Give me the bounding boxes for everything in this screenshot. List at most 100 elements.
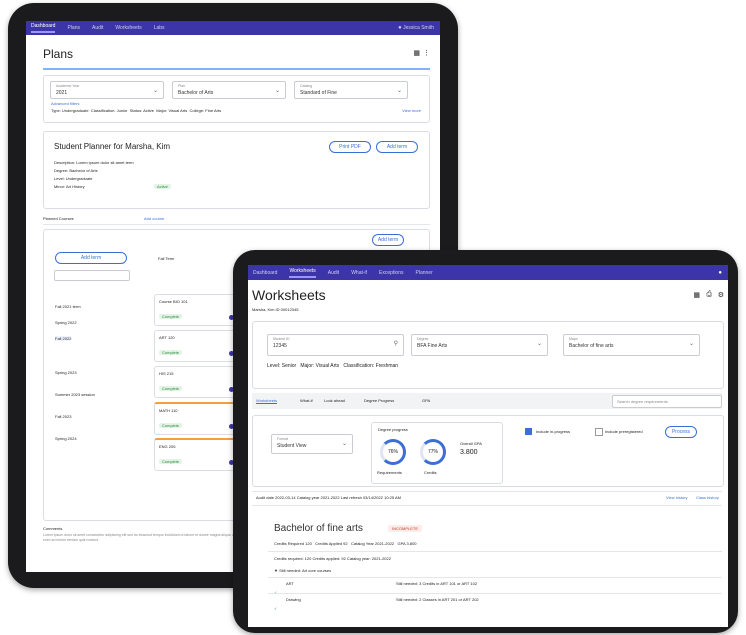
help-icon[interactable]: ▦ (693, 291, 700, 299)
degree-status-badge: INCOMPLETE (388, 525, 423, 532)
nav-audit[interactable]: Audit (328, 270, 339, 276)
student-info-line: Level: Senior Major: Visual Arts Classif… (267, 363, 399, 369)
tab-gpa[interactable]: GPA (422, 398, 430, 403)
degree-meta-line: Credits Required 120 Credits Applied 92 … (274, 541, 417, 546)
progress-panel: Format Student View ⌄ Degree progress 76% … (252, 415, 724, 487)
nav-worksheets[interactable]: Worksheets (289, 268, 316, 278)
course-card-5[interactable]: ENG 205 Complete (154, 438, 240, 471)
back-navbar: Dashboard Plans Audit Worksheets Labs ● … (26, 21, 440, 35)
term-column-title: Fall Term (158, 256, 175, 261)
requirement-row-1[interactable]: ✓ ART Still needed: 3 Credits in ART 101… (274, 581, 714, 595)
include-in-progress-checkbox[interactable] (525, 428, 532, 435)
settings-icon[interactable]: ⚙ (718, 291, 724, 299)
sidebar-item-6[interactable]: Spring 2024 (55, 436, 77, 441)
view-more-link[interactable]: View more (402, 108, 421, 113)
credits-ring-label: Credits (424, 470, 437, 475)
requirements-search-input[interactable]: Search degree requirements (612, 395, 722, 408)
term-column: Fall Term Course BIO 101 Complete ART 12… (154, 252, 244, 502)
class-history-link[interactable]: Class history (696, 495, 719, 500)
planner-degree: Degree: Bachelor of Arts (54, 168, 98, 173)
process-button[interactable]: Process (665, 426, 697, 438)
chevron-down-icon: ⌄ (341, 441, 347, 447)
req-divider-2 (268, 593, 722, 594)
include-preregistered-checkbox[interactable] (595, 428, 603, 436)
requirement-code: Drawing (286, 597, 301, 602)
nav-audit[interactable]: Audit (92, 25, 103, 31)
user-name: Jessica Smith (403, 25, 434, 31)
audit-divider-bottom (252, 505, 722, 506)
front-screen: Dashboard Worksheets Audit What-if Excep… (248, 265, 728, 627)
view-history-link[interactable]: View history (666, 495, 688, 500)
grid-icon[interactable]: ▦ (413, 49, 420, 57)
sidebar-add-button[interactable]: Add term (55, 252, 127, 264)
requirement-row-2[interactable]: ✓ Drawing Still needed: 2 Classes in ART… (274, 597, 714, 611)
section-divider (43, 224, 430, 225)
sidebar-item-2[interactable]: Fall 2022 (55, 336, 72, 341)
front-navbar: Dashboard Worksheets Audit What-if Excep… (248, 265, 728, 280)
worksheet-tabs: Worksheets What-if Look ahead Degree Pro… (252, 393, 722, 409)
planner-description: Description: Lorem ipsum dolor sit amet … (54, 160, 134, 165)
chevron-down-icon[interactable]: ▼ (274, 568, 278, 573)
degree-divider (268, 551, 722, 552)
catalog-select[interactable]: Catalog Standard of Fine ⌄ (294, 81, 408, 99)
sidebar-item-3[interactable]: Spring 2023 (55, 370, 77, 375)
nav-what-if[interactable]: What-if (351, 270, 367, 276)
include-in-progress-label: Include in-progress (536, 429, 571, 434)
course-card-1[interactable]: Course BIO 101 Complete (154, 294, 240, 326)
advanced-filters-link[interactable]: Advanced filters (51, 101, 79, 106)
board-add-term-button[interactable]: Add term (372, 234, 404, 246)
student-id-input[interactable]: Student ID 12345 ⚲ (267, 334, 404, 356)
academic-year-select[interactable]: Academic Year 2021 ⌄ (50, 81, 164, 99)
requirement-text: Still needed: 3 Credits in ART 101 or AR… (396, 581, 478, 586)
add-term-button[interactable]: Add term (376, 141, 418, 153)
course-card-3[interactable]: HIS 215 Complete (154, 366, 240, 398)
more-icon[interactable]: ⋮ (423, 49, 430, 57)
add-course-link[interactable]: Add course (144, 216, 164, 221)
comments-title: Comments (43, 526, 63, 531)
nav-dashboard[interactable]: Dashboard (253, 270, 277, 276)
req-divider-1 (268, 577, 722, 578)
gpa-label: Overall GPA (460, 441, 482, 446)
sidebar-item-4[interactable]: Summer 2023 session (55, 392, 95, 397)
nav-worksheets[interactable]: Worksheets (115, 25, 141, 31)
nav-planner[interactable]: Planner (416, 270, 433, 276)
print-icon[interactable]: ⎙ (706, 291, 712, 299)
user-icon[interactable]: ● (718, 270, 722, 276)
chevron-down-icon: ⌄ (274, 88, 280, 94)
tab-what-if[interactable]: What-if (300, 398, 313, 403)
plans-title: Plans (43, 47, 74, 61)
nav-plans[interactable]: Plans (67, 25, 80, 31)
tab-look-ahead[interactable]: Look ahead (324, 398, 345, 403)
worksheets-title: Worksheets (252, 287, 326, 303)
degree-select[interactable]: Degree BFA Fine Arts ⌄ (411, 334, 548, 356)
sidebar-item-0[interactable]: Fall 2021 term (55, 304, 81, 309)
course-card-2[interactable]: ART 120 Complete (154, 330, 240, 362)
chevron-down-icon: ⌄ (396, 88, 402, 94)
student-subtitle: Marsha, Kim ID 00012345 (252, 307, 299, 312)
sidebar-item-1[interactable]: Spring 2022 (55, 320, 77, 325)
print-pdf-button[interactable]: Print PDF (329, 141, 371, 153)
tab-degree-progress[interactable]: Degree Progress (364, 398, 394, 403)
tab-worksheets[interactable]: Worksheets (256, 398, 278, 404)
front-tablet: Dashboard Worksheets Audit What-if Excep… (233, 250, 738, 633)
chevron-down-icon: ⌄ (536, 341, 542, 347)
course-card-4[interactable]: MATH 110 Complete (154, 402, 240, 435)
plan-filter-panel: Academic Year 2021 ⌄ Plan Bachelor of Arts ⌄… (43, 75, 430, 123)
nav-dashboard[interactable]: Dashboard (31, 23, 56, 33)
student-search-panel: Student ID 12345 ⚲ Degree BFA Fine Arts ⌄ Ma… (252, 321, 724, 389)
degree-progress-title: Degree progress (378, 427, 408, 432)
nav-labs[interactable]: Labs (154, 25, 165, 31)
format-select[interactable]: Format Student View ⌄ (271, 434, 353, 454)
degree-title: Bachelor of fine arts (274, 523, 363, 534)
sidebar-search-input[interactable] (54, 270, 130, 281)
major-select[interactable]: Major Bachelor of fine arts ⌄ (563, 334, 700, 356)
nav-exceptions[interactable]: Exceptions (379, 270, 403, 276)
chevron-down-icon: ⌄ (688, 341, 694, 347)
gpa-value: 3.800 (460, 449, 478, 456)
user-menu[interactable]: ● Jessica Smith (398, 25, 434, 31)
comments-text: Lorem ipsum dolor sit amet consectetur a… (43, 533, 235, 542)
requirements-ring: 76% (380, 439, 406, 465)
comments-section: Comments Lorem ipsum dolor sit amet cons… (43, 526, 243, 566)
plan-select[interactable]: Plan Bachelor of Arts ⌄ (172, 81, 286, 99)
sidebar-item-5[interactable]: Fall 2023 (55, 414, 71, 419)
